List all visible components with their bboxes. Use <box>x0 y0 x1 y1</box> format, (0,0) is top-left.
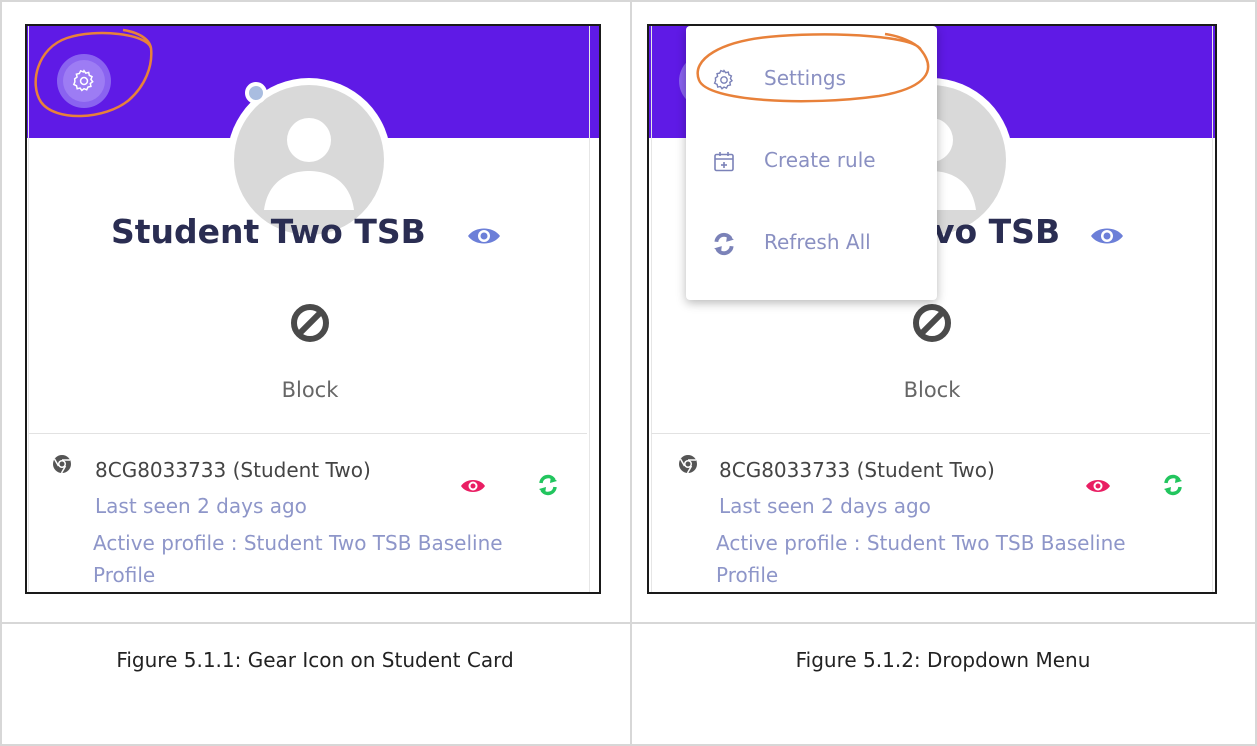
block-icon[interactable] <box>911 302 953 344</box>
refresh-icon[interactable] <box>537 474 559 496</box>
device-eye-icon[interactable] <box>1085 477 1111 495</box>
refresh-icon[interactable] <box>1162 474 1184 496</box>
active-profile-line-2: Profile <box>716 563 779 587</box>
eye-icon[interactable] <box>467 225 501 247</box>
device-eye-icon[interactable] <box>460 477 486 495</box>
chrome-icon <box>53 455 71 474</box>
table-cell-right-caption <box>630 622 1257 746</box>
device-name: 8CG8033733 (Student Two) <box>95 458 371 482</box>
student-card-screenshot-left: Student Two TSB Block 8CG8033733 (Studen… <box>25 24 601 594</box>
figure-table: Student Two TSB Block 8CG8033733 (Studen… <box>0 0 1257 746</box>
block-label: Block <box>281 378 339 402</box>
menu-label-refresh-all: Refresh All <box>764 230 871 254</box>
student-name: Student Two TSB <box>111 212 426 251</box>
menu-item-create-rule[interactable]: Create rule <box>686 134 937 190</box>
block-label: Block <box>903 378 961 402</box>
card-edge-right <box>589 26 590 592</box>
eye-icon[interactable] <box>1090 225 1124 247</box>
student-card-screenshot-right: vo TSB Block 8CG8033733 (Student Two) La… <box>647 24 1217 594</box>
last-seen: Last seen 2 days ago <box>95 494 307 518</box>
active-profile-line-1: Active profile : Student Two TSB Baselin… <box>716 531 1126 555</box>
annotation-circle <box>34 28 153 118</box>
card-edge-left <box>651 26 652 592</box>
calendar-plus-icon <box>714 152 734 172</box>
active-profile-line-1: Active profile : Student Two TSB Baselin… <box>93 531 503 555</box>
device-name: 8CG8033733 (Student Two) <box>719 458 995 482</box>
figure-caption-left: Figure 5.1.1: Gear Icon on Student Card <box>116 648 514 672</box>
student-name: vo TSB <box>933 212 1061 251</box>
menu-label-create-rule: Create rule <box>764 148 876 172</box>
block-icon[interactable] <box>289 302 331 344</box>
annotation-circle <box>696 32 930 103</box>
figure-caption-right: Figure 5.1.2: Dropdown Menu <box>795 648 1091 672</box>
active-profile-line-2: Profile <box>93 563 156 587</box>
card-divider <box>651 433 1210 434</box>
refresh-icon <box>714 232 734 256</box>
status-dot <box>245 82 267 104</box>
card-edge-right <box>1212 26 1213 592</box>
table-cell-left-caption <box>0 622 632 746</box>
menu-item-refresh-all[interactable]: Refresh All <box>686 216 937 272</box>
last-seen: Last seen 2 days ago <box>719 494 931 518</box>
card-divider <box>29 433 587 434</box>
chrome-icon <box>679 455 697 474</box>
